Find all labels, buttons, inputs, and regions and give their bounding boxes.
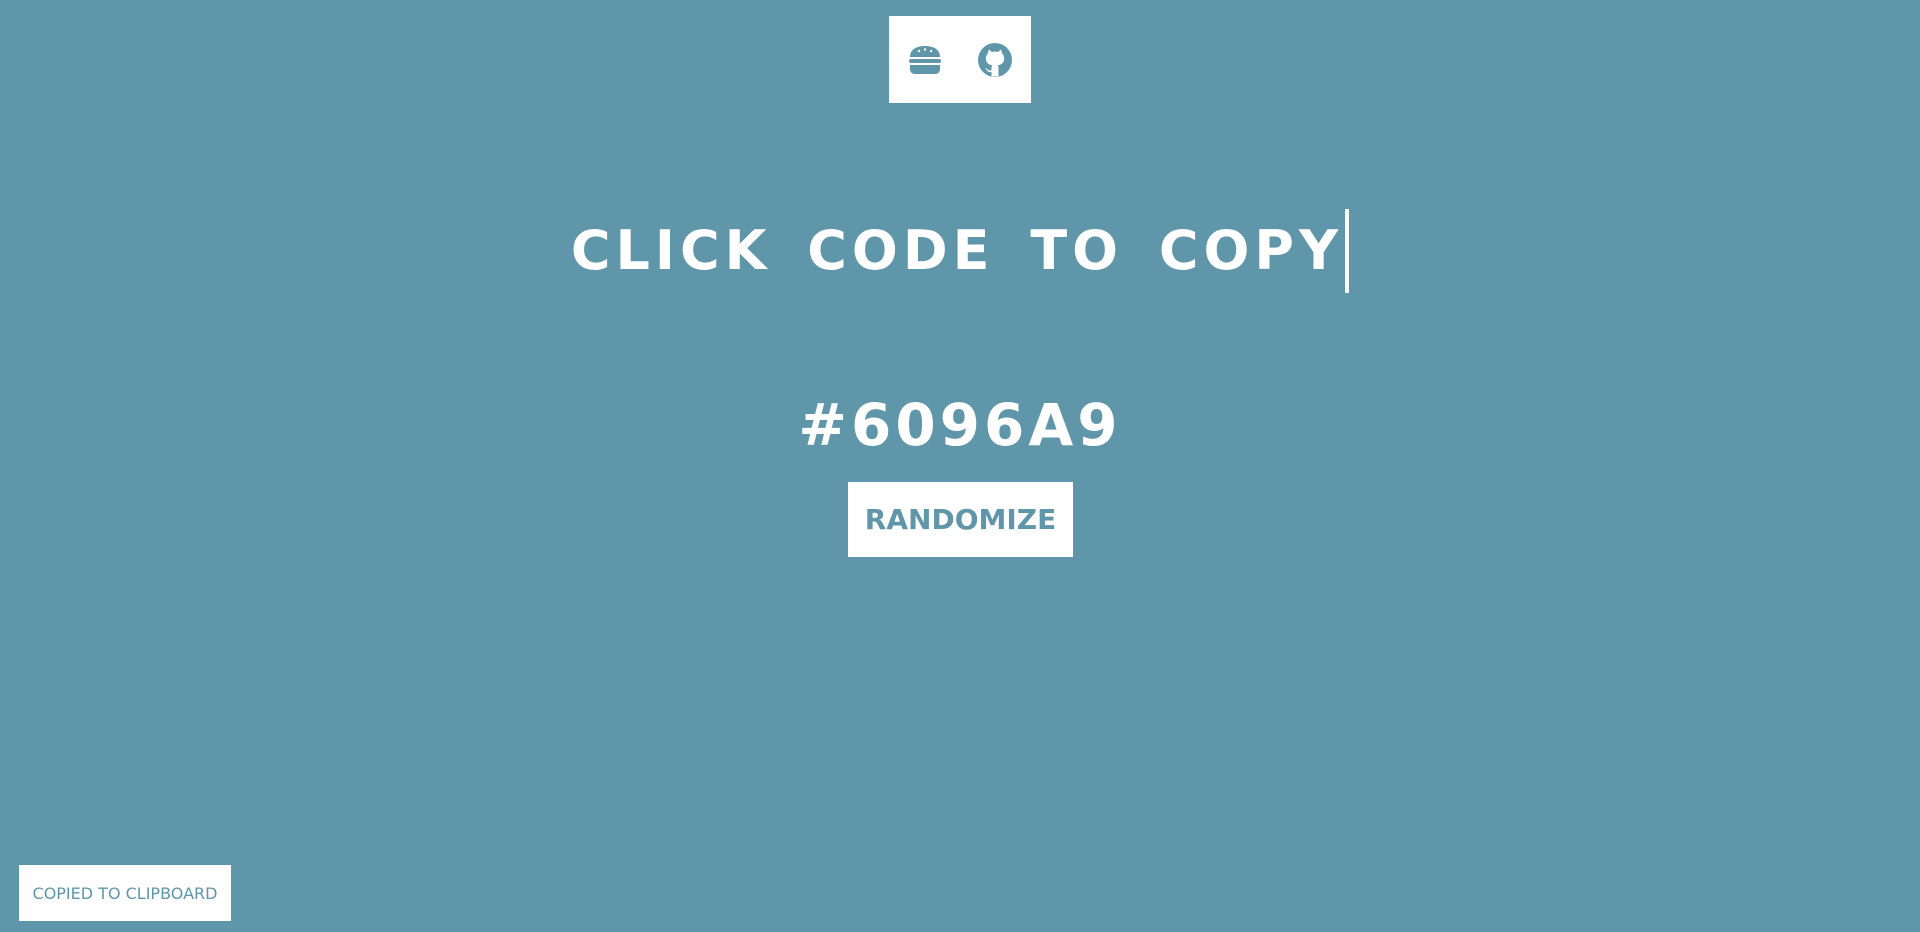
copied-toast: COPIED TO CLIPBOARD	[19, 865, 231, 921]
github-icon[interactable]	[972, 37, 1018, 83]
headline-text: CLICK CODE TO COPY	[570, 219, 1344, 282]
burger-icon[interactable]	[902, 37, 948, 83]
color-code[interactable]: #6096A9	[0, 390, 1920, 460]
randomize-button[interactable]: RANDOMIZE	[848, 482, 1073, 557]
headline: CLICK CODE TO COPY	[0, 206, 1920, 296]
top-toolbar	[889, 16, 1031, 103]
typing-caret	[1345, 209, 1350, 294]
